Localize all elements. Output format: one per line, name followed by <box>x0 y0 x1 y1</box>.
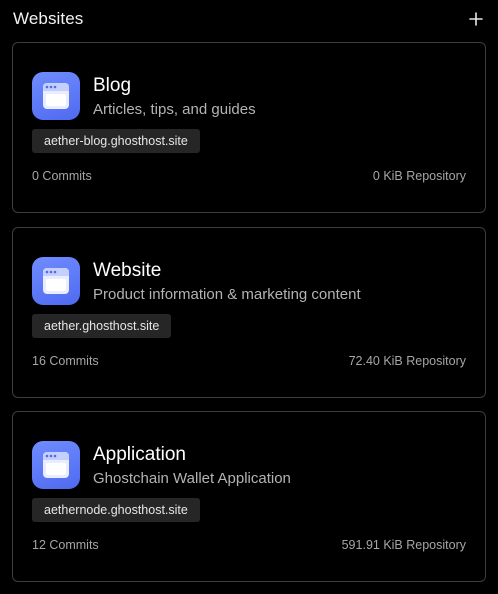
add-website-button[interactable] <box>466 9 486 29</box>
browser-window-icon <box>32 441 80 489</box>
site-title: Website <box>93 260 162 281</box>
site-description: Articles, tips, and guides <box>93 101 256 118</box>
site-domain-link[interactable]: aether-blog.ghosthost.site <box>32 129 200 153</box>
commit-count: 12 Commits <box>32 538 99 552</box>
site-domain-link[interactable]: aethernode.ghosthost.site <box>32 498 200 522</box>
page-title: Websites <box>13 9 84 28</box>
site-title: Blog <box>93 75 132 96</box>
commit-count: 16 Commits <box>32 354 99 368</box>
commit-count: 0 Commits <box>32 169 92 183</box>
site-domain-link[interactable]: aether.ghosthost.site <box>32 314 172 338</box>
repository-size: 0 KiB Repository <box>372 169 466 183</box>
website-card-blog[interactable]: Blog Articles, tips, and guides aether-b… <box>12 42 486 213</box>
browser-window-icon <box>32 72 80 120</box>
websites-panel: Websites Blog Articles, tips, and guides… <box>0 0 498 594</box>
site-description: Product information & marketing content <box>93 286 361 303</box>
panel-header: Websites <box>13 0 487 40</box>
repository-size: 591.91 KiB Repository <box>341 538 466 552</box>
repository-size: 72.40 KiB Repository <box>348 354 466 368</box>
browser-window-icon <box>32 257 80 305</box>
site-description: Ghostchain Wallet Application <box>93 470 291 487</box>
plus-icon <box>469 12 483 26</box>
website-card-website[interactable]: Website Product information & marketing … <box>12 227 486 398</box>
website-card-application[interactable]: Application Ghostchain Wallet Applicatio… <box>12 411 486 582</box>
site-title: Application <box>93 444 186 465</box>
